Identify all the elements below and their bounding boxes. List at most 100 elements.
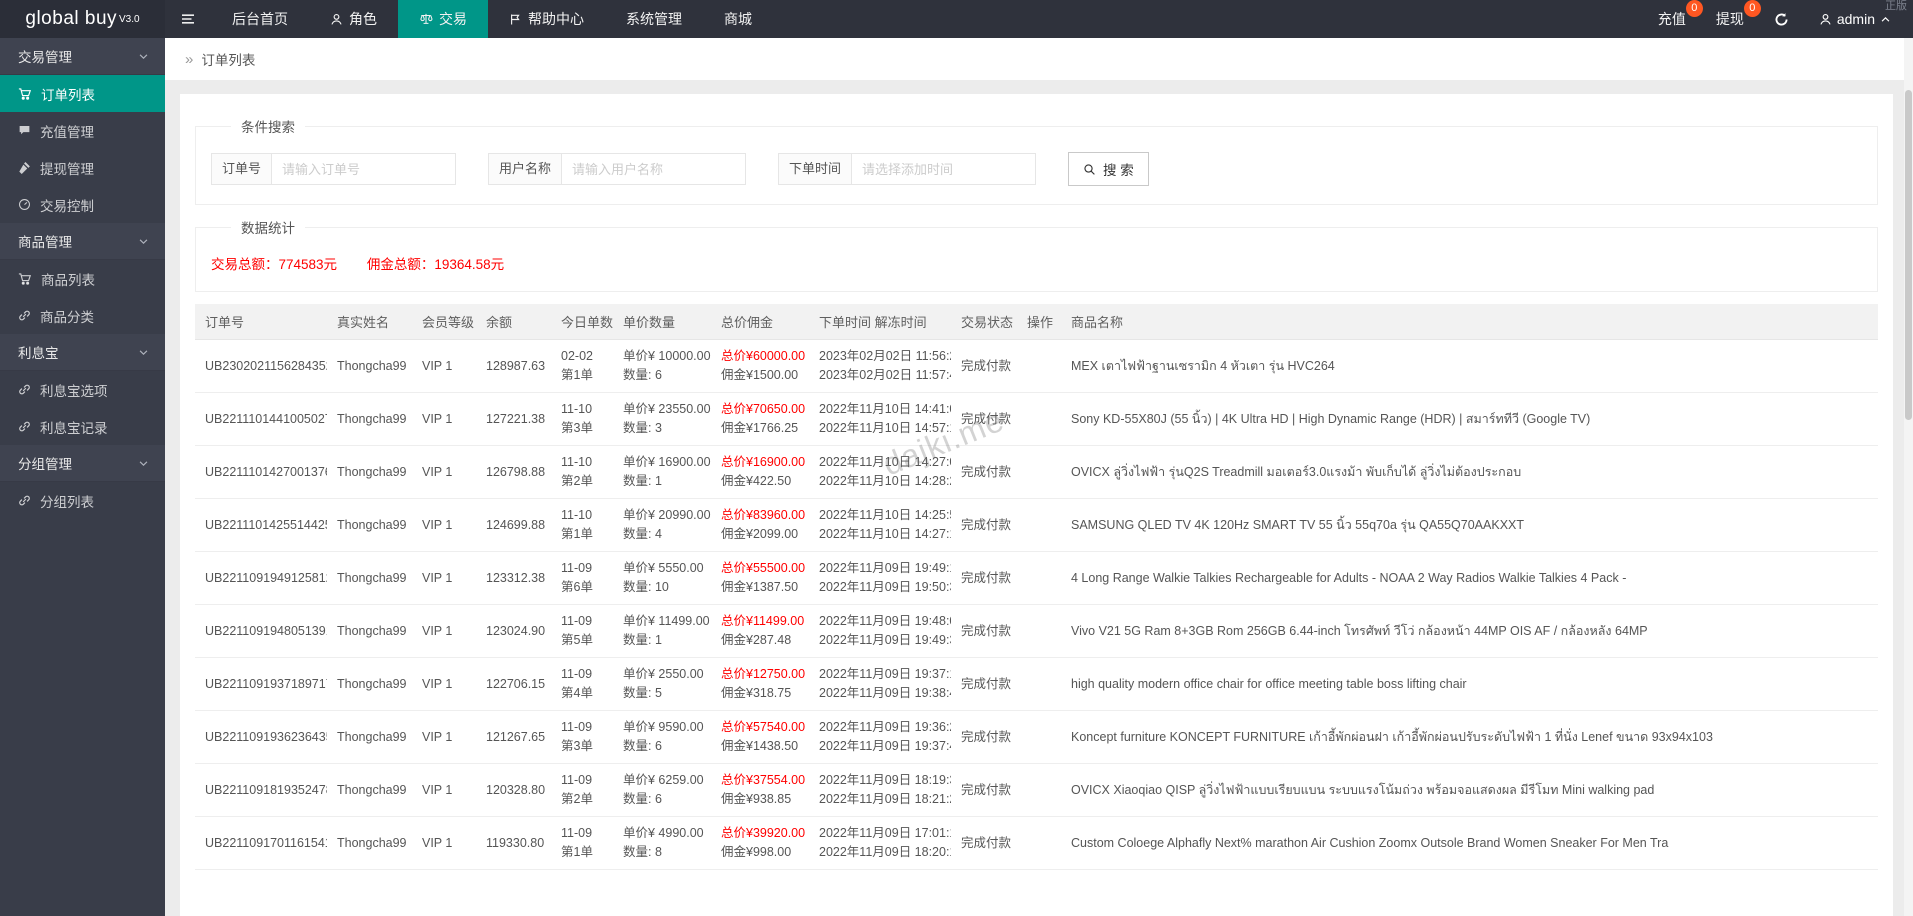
cell-actions [1017,604,1061,658]
sidebar-item-12[interactable]: 分组列表 [0,482,165,519]
cell-product-name: Sony KD-55X80J (55 นิ้ว) | 4K Ultra HD |… [1061,392,1878,446]
order-row-0[interactable]: UB2302021156284352 Thongcha99 VIP 1 128987.… [195,339,1878,393]
topnav-item-1[interactable]: 角色 [309,0,398,38]
cell-status: 完成付款 [951,710,1017,764]
order-row-8[interactable]: UB2211091819352478 Thongcha99 VIP 1 120328.… [195,763,1878,817]
vertical-scrollbar[interactable] [1904,38,1913,916]
scales-icon [419,12,433,26]
cell-day-count: 11-09 第3单 [551,710,613,764]
gavel-icon [18,161,31,174]
chevron-down-icon [138,236,149,247]
topbar-right: 充值 0 提现 0 admin [1658,0,1913,38]
cell-product-name: high quality modern office chair for off… [1061,657,1878,711]
cell-vip-level: VIP 1 [412,498,476,552]
recharge-badge: 0 [1685,0,1703,17]
search-button[interactable]: 搜 索 [1068,152,1149,186]
order-no-input[interactable] [271,153,457,185]
order-row-2[interactable]: UB2211101427001376 Thongcha99 VIP 1 126798.… [195,445,1878,499]
order-no-label: 订单号 [211,153,272,185]
sidebar-group-11[interactable]: 分组管理 [0,445,165,482]
order-row-5[interactable]: UB2211091948051391 Thongcha99 VIP 1 123024.… [195,604,1878,658]
topbar: global buy V3.0 后台首页 角色 交易 帮助中心 系统管理 商城 充值 0 … [0,0,1913,38]
search-icon [1083,163,1096,176]
order-row-9[interactable]: UB2211091701161541 Thongcha99 VIP 1 119330.… [195,816,1878,870]
sidebar-item-4[interactable]: 交易控制 [0,186,165,223]
cell-actions [1017,498,1061,552]
col-header-10: 商品名称 [1061,304,1878,340]
topnav-item-4[interactable]: 系统管理 [605,0,703,38]
order-row-1[interactable]: UB2211101441005027 Thongcha99 VIP 1 127221.… [195,392,1878,446]
sidebar-item-3[interactable]: 提现管理 [0,149,165,186]
cell-product-name: MEX เตาไฟฟ้าฐานเซรามิก 4 หัวเตา รุ่น HVC… [1061,339,1878,393]
genuine-tag: 正版 [1885,0,1907,12]
cart-icon [18,272,32,286]
order-row-6[interactable]: UB2211091937189717 Thongcha99 VIP 1 122706.… [195,657,1878,711]
sidebar-item-2[interactable]: 充值管理 [0,112,165,149]
cell-status: 完成付款 [951,392,1017,446]
cell-times: 2022年11月09日 19:36:23 2022年11月09日 19:37:49 [809,710,951,764]
topnav-item-2[interactable]: 交易 [398,0,488,38]
link-icon [18,383,31,396]
cell-actions [1017,339,1061,393]
cell-times: 2022年11月09日 19:48:05 2022年11月09日 19:49:36 [809,604,951,658]
comment-icon [18,124,31,137]
sidebar-item-7[interactable]: 商品分类 [0,297,165,334]
order-time-input[interactable] [851,153,1037,185]
topnav-item-0[interactable]: 后台首页 [211,0,309,38]
cell-price-qty: 单价¥ 11499.00 数量: 1 [613,604,711,658]
cell-balance: 121267.65 [476,710,551,764]
sidebar-group-8[interactable]: 利息宝 [0,334,165,371]
order-row-3[interactable]: UB2211101425514425 Thongcha99 VIP 1 124699.… [195,498,1878,552]
cell-order-no: UB2211091948051391 [195,604,327,658]
cell-real-name: Thongcha99 [327,498,412,552]
cell-vip-level: VIP 1 [412,445,476,499]
breadcrumb: » 订单列表 [165,38,1913,80]
sidebar-item-10[interactable]: 利息宝记录 [0,408,165,445]
cell-status: 完成付款 [951,445,1017,499]
cell-balance: 124699.88 [476,498,551,552]
sidebar-item-9[interactable]: 利息宝选项 [0,371,165,408]
col-header-8: 交易状态 [951,304,1017,340]
sidebar-item-label: 利息宝记录 [40,420,108,436]
admin-menu[interactable]: admin [1819,11,1891,27]
chevron-up-icon [1880,14,1891,25]
topnav-item-3[interactable]: 帮助中心 [488,0,605,38]
gauge-icon [18,198,31,211]
cell-product-name: SAMSUNG QLED TV 4K 120Hz SMART TV 55 นิ้… [1061,498,1878,552]
cell-real-name: Thongcha99 [327,392,412,446]
order-row-4[interactable]: UB2211091949125812 Thongcha99 VIP 1 123312.… [195,551,1878,605]
cell-day-count: 11-09 第6单 [551,551,613,605]
sidebar-item-label: 订单列表 [41,87,95,103]
topnav-item-5[interactable]: 商城 [703,0,773,38]
withdraw-link[interactable]: 提现 0 [1716,0,1761,29]
cell-total-commission: 总价¥16900.00 佣金¥422.50 [711,445,809,499]
cell-actions [1017,445,1061,499]
scrollbar-thumb[interactable] [1905,90,1912,420]
sidebar-item-6[interactable]: 商品列表 [0,260,165,297]
sidebar-group-0[interactable]: 交易管理 [0,38,165,75]
cell-order-no: UB2211091937189717 [195,657,327,711]
app-logo: global buy V3.0 [0,0,165,38]
username-input[interactable] [561,153,747,185]
topnav-item-label: 系统管理 [626,11,682,27]
cell-status: 完成付款 [951,498,1017,552]
cell-price-qty: 单价¥ 20990.00 数量: 4 [613,498,711,552]
cell-times: 2023年02月02日 11:56:28 2023年02月02日 11:57:43 [809,339,951,393]
menu-toggle-icon[interactable] [165,0,211,38]
total-amount-label: 交易总额： [211,257,279,272]
cell-total-commission: 总价¥37554.00 佣金¥938.85 [711,763,809,817]
total-amount-value: 774583元 [278,257,338,272]
admin-name: admin [1836,11,1875,27]
sidebar-group-5[interactable]: 商品管理 [0,223,165,260]
cell-order-no: UB2211101441005027 [195,392,327,446]
cell-day-count: 11-10 第1单 [551,498,613,552]
search-button-label: 搜 索 [1103,163,1134,178]
cell-status: 完成付款 [951,816,1017,870]
sidebar-item-1[interactable]: 订单列表 [0,75,165,112]
sidebar-item-label: 商品列表 [41,272,95,288]
recharge-link[interactable]: 充值 0 [1658,0,1703,29]
refresh-icon[interactable] [1774,12,1789,27]
order-table: 订单号 真实姓名 会员等级 余额 今日单数 单价数量 总价佣金 下单时间 解冻时间 交易状态 操作… [195,304,1878,870]
order-row-7[interactable]: UB2211091936236435 Thongcha99 VIP 1 121267.… [195,710,1878,764]
chevron-down-icon [138,458,149,469]
